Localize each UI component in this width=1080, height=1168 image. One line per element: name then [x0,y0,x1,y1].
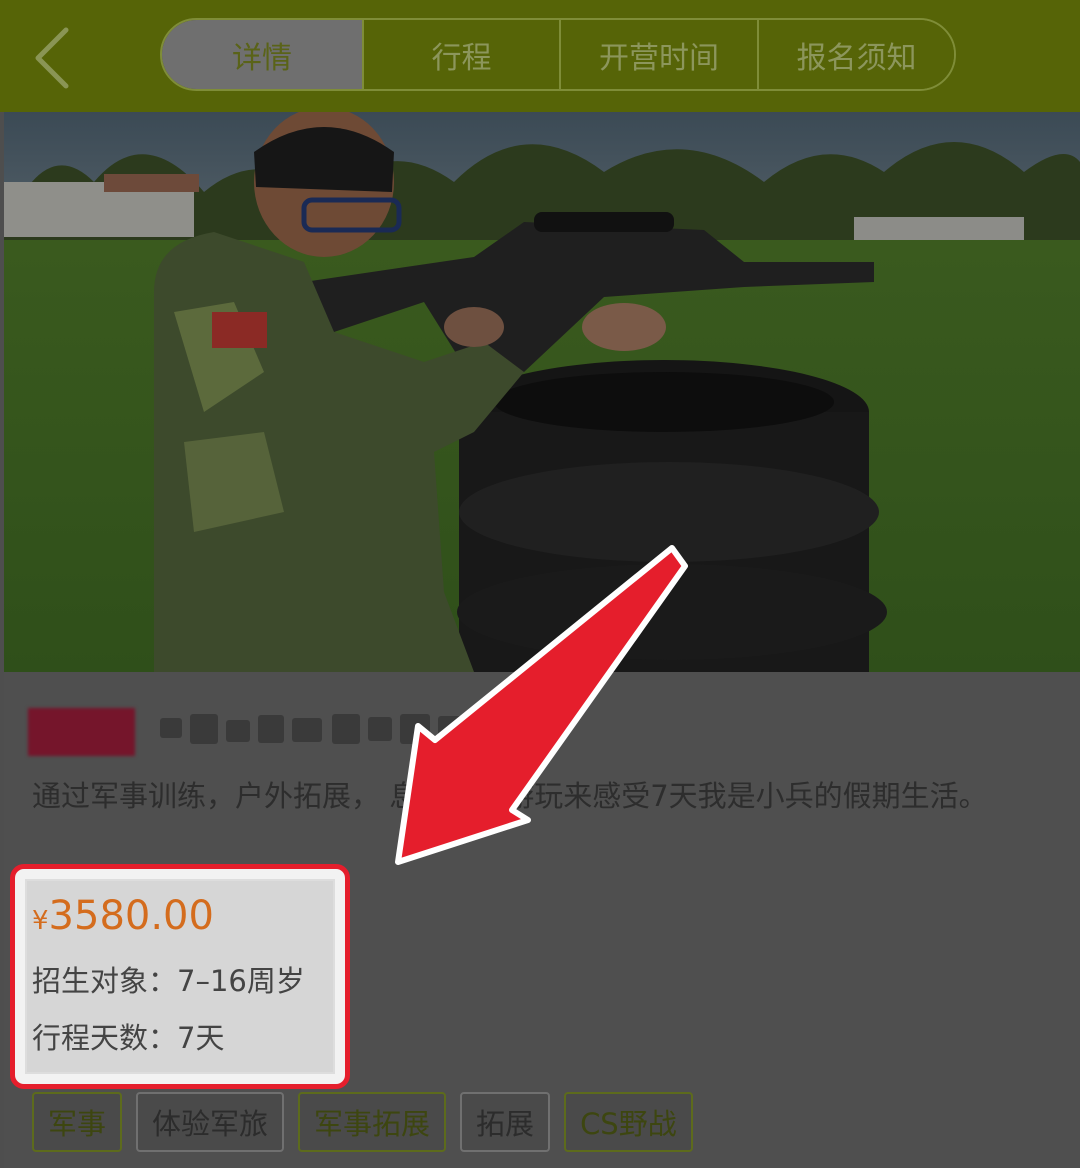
tag-list: 军事 体验军旅 军事拓展 拓展 CS野战 [32,1092,693,1152]
chevron-left-icon[interactable] [28,22,88,94]
price: ¥3580.00 [32,893,214,939]
tab-camp-dates[interactable]: 开营时间 [559,20,757,89]
product-description: 通过军事训练，户外拓展， 息，外出游玩来感受7天我是小兵的假期生活。 [32,779,988,813]
tag-cs-field[interactable]: CS野战 [564,1092,693,1152]
hero-photo [4,112,1080,672]
blurred-logo [28,708,135,756]
tab-itinerary[interactable]: 行程 [362,20,559,89]
tab-registration-notes[interactable]: 报名须知 [757,20,954,89]
tag-military[interactable]: 军事 [32,1092,123,1152]
tab-bar: 详情 行程 开营时间 报名须知 [160,18,956,91]
top-nav-bar: 详情 行程 开营时间 报名须知 [0,0,1080,112]
tag-military-experience[interactable]: 体验军旅 [136,1092,285,1152]
blurred-title [160,714,464,744]
currency-symbol: ¥ [32,906,49,936]
tag-outdoor[interactable]: 拓展 [460,1092,551,1152]
price-value: 3580.00 [48,893,214,939]
trip-days: 行程天数：7天 [32,1021,225,1055]
age-range: 招生对象：7–16周岁 [32,964,305,998]
tab-details[interactable]: 详情 [162,20,362,89]
tag-military-outdoor[interactable]: 军事拓展 [298,1092,447,1152]
